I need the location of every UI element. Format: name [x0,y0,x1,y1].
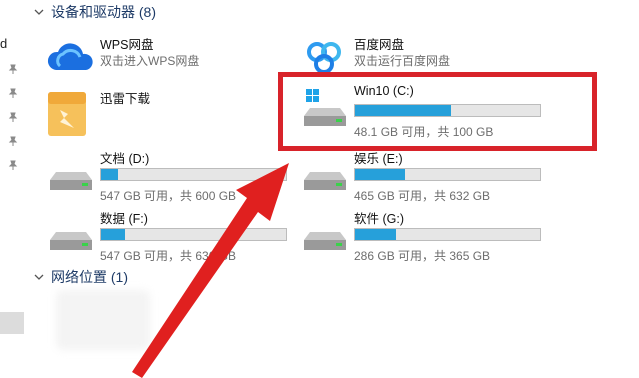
drive-usage-fill [355,229,396,240]
devices-section-header[interactable]: 设备和驱动器 (8) [33,3,156,21]
drive-tile-g[interactable]: 软件 (G:) 286 GB 可用，共 365 GB [300,206,545,264]
drive-tile-d[interactable]: 文档 (D:) 547 GB 可用，共 600 GB [46,146,291,204]
app-name: WPS网盘 [100,38,154,52]
navigation-pane: d [0,0,27,378]
pin-icon[interactable] [8,160,18,170]
app-name: 百度网盘 [354,38,405,52]
drive-usage-bar [354,168,541,181]
drive-name: 软件 (G:) [354,212,404,226]
pin-icon[interactable] [8,64,18,74]
drive-name: 娱乐 (E:) [354,152,403,166]
pin-icon[interactable] [8,112,18,122]
drive-usage-bar [354,228,541,241]
nav-selected-item[interactable] [0,312,24,334]
wps-cloud-icon [46,36,96,80]
devices-section-title: 设备和驱动器 (8) [51,4,156,20]
app-description: 双击进入WPS网盘 [100,54,200,68]
chevron-down-icon[interactable] [33,6,45,18]
drive-free-space: 547 GB 可用，共 630 GB [100,249,237,263]
network-section-title: 网络位置 (1) [51,269,128,285]
drive-free-space: 286 GB 可用，共 365 GB [354,249,491,263]
app-tile-wps[interactable]: WPS网盘 双击进入WPS网盘 [46,32,276,90]
drive-icon [46,150,96,194]
pin-icon[interactable] [8,88,18,98]
app-description: 双击运行百度网盘 [354,54,451,68]
drive-icon [300,150,350,194]
drive-name: 数据 (F:) [100,212,148,226]
drive-usage-bar [100,168,287,181]
drive-icon [300,210,350,254]
nav-fragment-text: d [0,36,8,51]
drive-tile-e[interactable]: 娱乐 (E:) 465 GB 可用，共 632 GB [300,146,545,204]
drive-free-space: 465 GB 可用，共 632 GB [354,189,491,203]
app-tile-thunder[interactable]: 迅雷下载 [46,86,276,144]
red-highlight-box [278,72,597,151]
drive-free-space: 547 GB 可用，共 600 GB [100,189,237,203]
pin-icon[interactable] [8,136,18,146]
drive-usage-fill [101,229,126,240]
drive-tile-f[interactable]: 数据 (F:) 547 GB 可用，共 630 GB [46,206,291,264]
blurred-network-item[interactable] [56,290,150,350]
drive-usage-fill [355,169,405,180]
thunder-folder-icon [46,90,96,136]
drive-icon [46,210,96,254]
drive-usage-fill [101,169,118,180]
network-section-header[interactable]: 网络位置 (1) [33,268,128,286]
drive-name: 文档 (D:) [100,152,150,166]
drive-usage-bar [100,228,287,241]
chevron-down-icon[interactable] [33,271,45,283]
app-name: 迅雷下载 [100,92,151,106]
